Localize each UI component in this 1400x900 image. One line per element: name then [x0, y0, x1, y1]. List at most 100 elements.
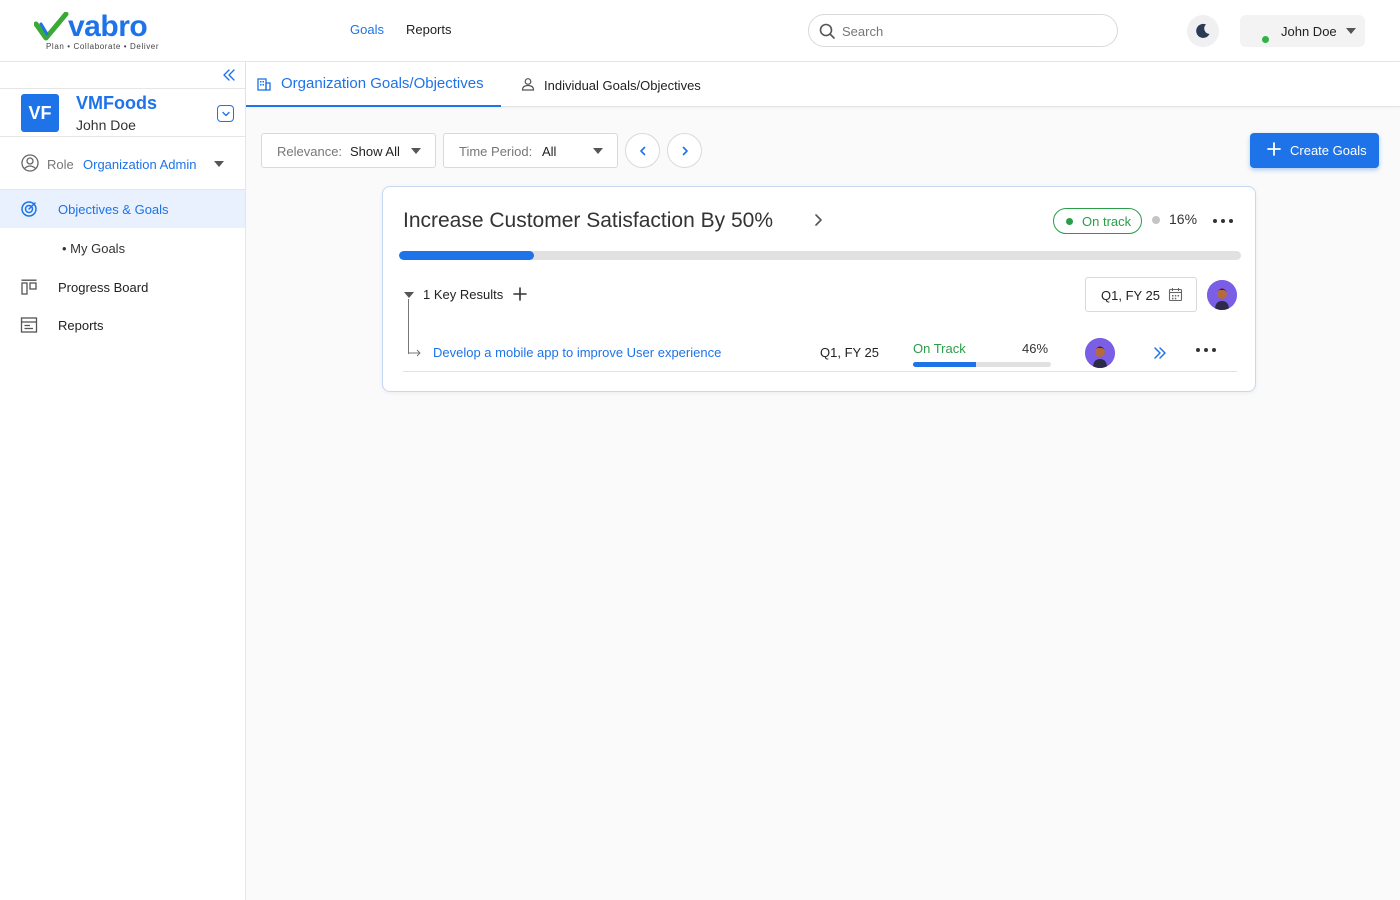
- chevron-right-icon[interactable]: [811, 213, 825, 227]
- chevron-left-icon: [639, 146, 645, 155]
- dot: [1229, 219, 1233, 223]
- sidebar-item-reports[interactable]: Reports: [0, 306, 245, 344]
- caret-down-icon: [593, 148, 603, 154]
- sidebar-item-progress-board[interactable]: Progress Board: [0, 268, 245, 306]
- add-key-result-icon[interactable]: [512, 286, 528, 302]
- role-label: Role: [47, 157, 74, 172]
- tab-organization-goals[interactable]: Organization Goals/Objectives: [246, 62, 501, 107]
- tab-label: Organization Goals/Objectives: [281, 75, 484, 92]
- building-icon: [257, 78, 271, 91]
- logo-check-icon: [34, 12, 69, 41]
- goal-tabs: Organization Goals/Objectives Individual…: [246, 62, 1400, 107]
- org-user-name: John Doe: [76, 117, 136, 133]
- org-name: VMFoods: [76, 93, 157, 113]
- logo-wordmark: vabro: [68, 10, 148, 43]
- status-label: On track: [1082, 214, 1132, 229]
- key-result-progress-fill: [913, 362, 977, 367]
- goal-more-options-button[interactable]: [1213, 219, 1233, 223]
- sidebar: VF VMFoods John Doe Role Organization Ad…: [0, 62, 246, 900]
- tab-individual-goals[interactable]: Individual Goals/Objectives: [511, 62, 711, 107]
- goal-status-badge[interactable]: On track: [1053, 208, 1142, 234]
- collapse-key-results-toggle[interactable]: [404, 292, 414, 298]
- key-result-progress-percent: 46%: [1022, 341, 1049, 356]
- double-chevron-left-icon: [223, 69, 235, 81]
- top-bar: vabro Plan • Collaborate • Deliver Goals…: [0, 0, 1400, 62]
- dot: [1213, 219, 1217, 223]
- calendar-icon: [1168, 288, 1183, 302]
- create-goals-button[interactable]: Create Goals: [1250, 133, 1379, 168]
- chevron-right-icon: [682, 146, 688, 155]
- goal-title[interactable]: Increase Customer Satisfaction By 50%: [403, 209, 773, 233]
- moon-icon: [1196, 23, 1210, 38]
- goal-progress-percent: 16%: [1169, 211, 1198, 227]
- search-box: [808, 14, 1118, 47]
- sidebar-item-label: Progress Board: [58, 280, 149, 295]
- chevron-down-icon: [221, 111, 230, 116]
- dot: [1196, 348, 1200, 352]
- goal-progress-bar: [399, 251, 1241, 260]
- goal-period-picker[interactable]: Q1, FY 25: [1085, 277, 1197, 312]
- time-period-filter-label: Time Period:: [459, 144, 533, 159]
- dot: [1204, 348, 1208, 352]
- board-icon: [21, 279, 37, 295]
- goal-card: Increase Customer Satisfaction By 50% On…: [382, 186, 1256, 392]
- online-status-dot: [1262, 36, 1269, 43]
- next-period-button[interactable]: [667, 133, 702, 168]
- relevance-filter-label: Relevance:: [277, 144, 343, 159]
- dot: [1221, 219, 1225, 223]
- status-dot: [1066, 218, 1073, 225]
- relevance-filter-value: Show All: [350, 144, 400, 159]
- plus-icon: [1267, 142, 1281, 156]
- user-name: John Doe: [1281, 24, 1337, 39]
- goal-period-value: Q1, FY 25: [1101, 288, 1161, 303]
- role-value[interactable]: Organization Admin: [83, 157, 196, 172]
- sidebar-item-label: Reports: [58, 318, 104, 333]
- search-input[interactable]: [842, 21, 1102, 41]
- collapse-sidebar-button[interactable]: [222, 68, 236, 87]
- sidebar-item-label: My Goals: [70, 241, 126, 256]
- progress-dot: [1152, 216, 1160, 224]
- caret-down-icon[interactable]: [214, 161, 224, 167]
- tab-label: Individual Goals/Objectives: [544, 78, 701, 93]
- search-icon: [819, 23, 835, 39]
- key-result-title[interactable]: Develop a mobile app to improve User exp…: [433, 345, 721, 360]
- sidebar-item-my-goals[interactable]: • My Goals: [62, 241, 125, 256]
- time-period-filter[interactable]: Time Period: All: [443, 133, 618, 168]
- user-circle-icon: [21, 154, 39, 172]
- vabro-logo[interactable]: vabro Plan • Collaborate • Deliver: [34, 10, 174, 54]
- person-icon: [521, 78, 535, 91]
- role-selector: Role Organization Admin: [0, 138, 245, 190]
- double-chevron-right-icon[interactable]: [1153, 346, 1167, 360]
- org-dropdown-button[interactable]: [217, 105, 234, 122]
- org-switcher: VF VMFoods John Doe: [0, 88, 245, 137]
- key-result-more-options-button[interactable]: [1196, 348, 1216, 352]
- logo-tagline: Plan • Collaborate • Deliver: [46, 42, 160, 51]
- key-result-owner-avatar[interactable]: [1085, 338, 1115, 368]
- create-goals-label: Create Goals: [1290, 143, 1367, 158]
- sidebar-item-objectives-goals[interactable]: Objectives & Goals: [0, 190, 245, 228]
- key-result-status: On Track: [913, 341, 966, 356]
- sidebar-item-label: Objectives & Goals: [58, 202, 169, 217]
- dot: [1212, 348, 1216, 352]
- relevance-filter[interactable]: Relevance: Show All: [261, 133, 436, 168]
- nav-reports[interactable]: Reports: [406, 22, 452, 37]
- avatar-face-icon: [1085, 338, 1115, 368]
- time-period-filter-value: All: [542, 144, 557, 159]
- report-icon: [20, 317, 38, 333]
- nav-goals[interactable]: Goals: [350, 22, 384, 37]
- key-result-row: Develop a mobile app to improve User exp…: [403, 327, 1237, 372]
- key-results-count: 1 Key Results: [423, 287, 504, 302]
- org-avatar: VF: [21, 94, 59, 132]
- key-result-progress-bar: [913, 362, 1051, 367]
- caret-down-icon: [411, 148, 421, 154]
- user-menu[interactable]: John Doe: [1240, 15, 1365, 47]
- goal-progress-fill: [399, 251, 534, 260]
- previous-period-button[interactable]: [625, 133, 660, 168]
- key-result-period: Q1, FY 25: [820, 345, 880, 360]
- target-icon: [21, 201, 37, 217]
- top-nav: Goals Reports: [350, 22, 452, 37]
- goal-owner-avatar[interactable]: [1207, 280, 1237, 310]
- caret-down-icon: [1346, 28, 1356, 34]
- theme-toggle-button[interactable]: [1187, 15, 1219, 47]
- avatar-face-icon: [1207, 280, 1237, 310]
